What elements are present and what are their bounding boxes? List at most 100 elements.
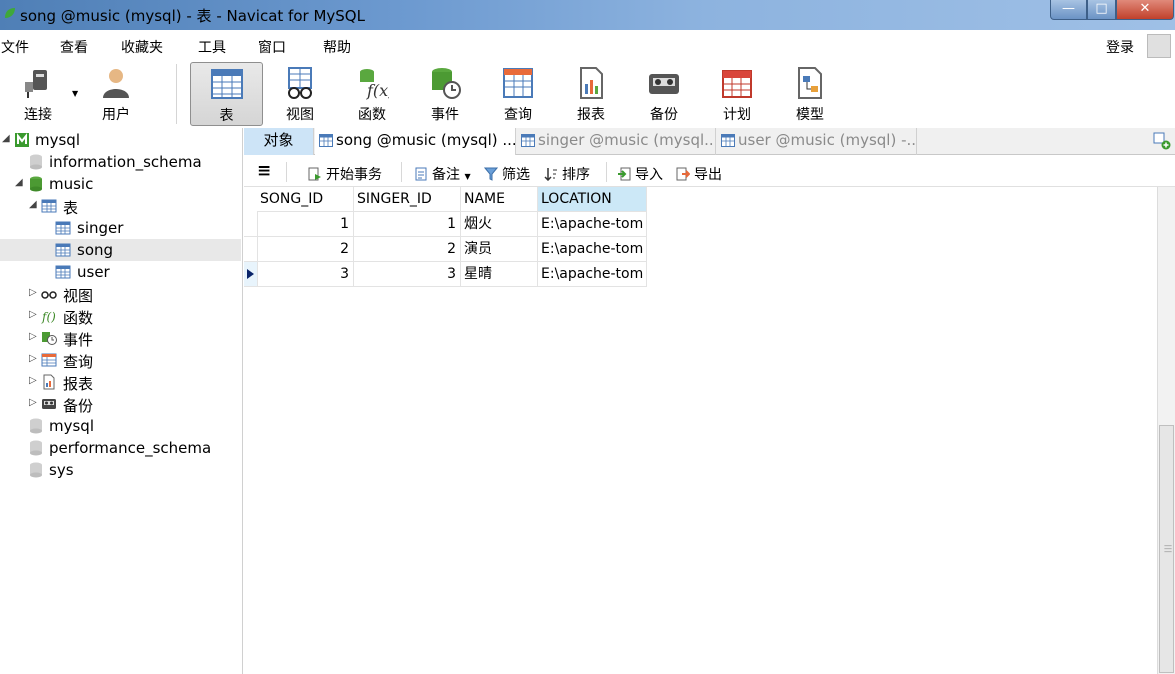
menu-tools[interactable]: 工具 <box>198 37 226 57</box>
report-button[interactable]: 报表 <box>561 62 621 126</box>
tree-db-information-schema[interactable]: information_schema <box>0 151 241 173</box>
cell-singer-id[interactable]: 1 <box>354 212 461 237</box>
tree-group-functions[interactable]: ▷ f() 函数 <box>0 305 241 327</box>
tree-label: 表 <box>63 199 79 217</box>
tree-group-views[interactable]: ▷ 视图 <box>0 283 241 305</box>
tab-song[interactable]: song @music (mysql) ... <box>315 128 516 155</box>
expand-toggle-icon[interactable]: ▷ <box>29 353 37 364</box>
tree-group-queries[interactable]: ▷ 查询 <box>0 349 241 371</box>
schedule-label: 计划 <box>723 107 751 123</box>
row-selector[interactable] <box>244 237 258 262</box>
view-button[interactable]: 视图 <box>270 62 330 126</box>
tab-user[interactable]: user @music (mysql) -... <box>717 128 917 155</box>
column-header-singer-id[interactable]: SINGER_ID <box>354 187 461 212</box>
login-link[interactable]: 登录 <box>1106 37 1134 57</box>
cell-song-id[interactable]: 2 <box>257 237 354 262</box>
row-selector[interactable] <box>244 212 258 237</box>
expand-toggle-icon[interactable]: ◢ <box>15 177 23 188</box>
tree-db-performance-schema[interactable]: performance_schema <box>0 437 241 459</box>
grip-icon: — — — <box>1164 541 1172 556</box>
cell-singer-id[interactable]: 2 <box>354 237 461 262</box>
maximize-button[interactable]: □ <box>1087 0 1116 20</box>
sort-button[interactable]: 排序 <box>544 164 590 184</box>
tree-group-reports[interactable]: ▷ 报表 <box>0 371 241 393</box>
user-button[interactable]: 用户 <box>86 62 146 126</box>
model-button[interactable]: 模型 <box>780 62 840 126</box>
menu-view[interactable]: 查看 <box>60 37 88 57</box>
menu-window[interactable]: 窗口 <box>258 37 286 57</box>
cell-song-id[interactable]: 3 <box>257 262 354 287</box>
cell-singer-id[interactable]: 3 <box>354 262 461 287</box>
tree-table-song[interactable]: song <box>0 239 241 261</box>
expand-toggle-icon[interactable]: ▷ <box>29 287 37 298</box>
navicat-leaf-icon <box>5 8 15 18</box>
tree-db-music[interactable]: ◢ music <box>0 173 241 195</box>
import-button[interactable]: 导入 <box>617 164 663 184</box>
cell-location[interactable]: E:\apache-tom <box>538 262 647 287</box>
tree-db-sys[interactable]: sys <box>0 459 241 481</box>
close-button[interactable]: ✕ <box>1116 0 1174 20</box>
cell-name[interactable]: 星晴 <box>461 262 538 287</box>
backup-button[interactable]: 备份 <box>634 62 694 126</box>
connect-button[interactable]: 连接 <box>6 62 70 126</box>
expand-toggle-icon[interactable]: ◢ <box>29 199 37 210</box>
event-button[interactable]: 事件 <box>414 62 476 126</box>
menu-favorites[interactable]: 收藏夹 <box>121 37 163 57</box>
avatar[interactable] <box>1147 34 1171 58</box>
column-header-song-id[interactable]: SONG_ID <box>257 187 354 212</box>
tree-label: 函数 <box>63 309 94 327</box>
menu-file[interactable]: 文件 <box>1 37 29 57</box>
expand-toggle-icon[interactable]: ▷ <box>29 331 37 342</box>
column-header-location[interactable]: LOCATION <box>538 187 647 212</box>
chevron-down-icon[interactable]: ▼ <box>464 172 470 181</box>
view-icon <box>288 67 312 99</box>
column-header-name[interactable]: NAME <box>461 187 538 212</box>
row-selector[interactable] <box>244 262 258 287</box>
schedule-button[interactable]: 计划 <box>707 62 767 126</box>
expand-toggle-icon[interactable]: ◢ <box>2 133 10 144</box>
cell-name[interactable]: 演员 <box>461 237 538 262</box>
import-icon <box>618 167 631 181</box>
function-icon: f() <box>41 310 56 324</box>
tree-label: 查询 <box>63 353 94 371</box>
menu-icon[interactable]: ≡ <box>257 161 271 181</box>
tree-label: music <box>49 175 94 193</box>
memo-button[interactable]: 备注 ▼ <box>414 164 471 184</box>
tree-label: song <box>77 241 114 259</box>
cell-name[interactable]: 烟火 <box>461 212 538 237</box>
expand-toggle-icon[interactable]: ▷ <box>29 397 37 408</box>
tree-label: user <box>77 263 110 281</box>
toolbar-divider <box>401 162 402 182</box>
function-button[interactable]: f(x) 函数 <box>342 62 402 126</box>
tree-table-user[interactable]: user <box>0 261 241 283</box>
tree-group-tables[interactable]: ◢ 表 <box>0 195 241 217</box>
tree-db-mysql[interactable]: mysql <box>0 415 241 437</box>
vertical-scrollbar[interactable]: — — — <box>1157 187 1175 674</box>
cell-location[interactable]: E:\apache-tom <box>538 237 647 262</box>
tab-objects[interactable]: 对象 <box>244 128 314 155</box>
menu-help[interactable]: 帮助 <box>323 37 351 57</box>
toolbar-divider <box>286 162 287 182</box>
tree-label: sys <box>49 461 74 479</box>
filter-button[interactable]: 筛选 <box>484 164 530 184</box>
export-button[interactable]: 导出 <box>676 164 722 184</box>
new-tab-icon[interactable] <box>1153 132 1171 150</box>
minimize-button[interactable]: — <box>1050 0 1087 20</box>
tree-connection-mysql[interactable]: ◢ mysql <box>0 129 241 151</box>
begin-transaction-icon <box>308 167 321 181</box>
chevron-down-icon[interactable]: ▼ <box>72 89 78 98</box>
table-icon <box>41 199 57 213</box>
schedule-icon <box>722 70 752 98</box>
query-button[interactable]: 查询 <box>488 62 548 126</box>
table-button[interactable]: 表 <box>190 62 263 126</box>
tree-group-events[interactable]: ▷ 事件 <box>0 327 241 349</box>
cell-song-id[interactable]: 1 <box>257 212 354 237</box>
begin-transaction-button[interactable]: 开始事务 <box>308 164 382 184</box>
scrollbar-thumb[interactable]: — — — <box>1159 425 1174 673</box>
tree-group-backups[interactable]: ▷ 备份 <box>0 393 241 415</box>
expand-toggle-icon[interactable]: ▷ <box>29 375 37 386</box>
tab-singer[interactable]: singer @music (mysql... <box>517 128 716 155</box>
cell-location[interactable]: E:\apache-tom <box>538 212 647 237</box>
expand-toggle-icon[interactable]: ▷ <box>29 309 37 320</box>
tree-table-singer[interactable]: singer <box>0 217 241 239</box>
